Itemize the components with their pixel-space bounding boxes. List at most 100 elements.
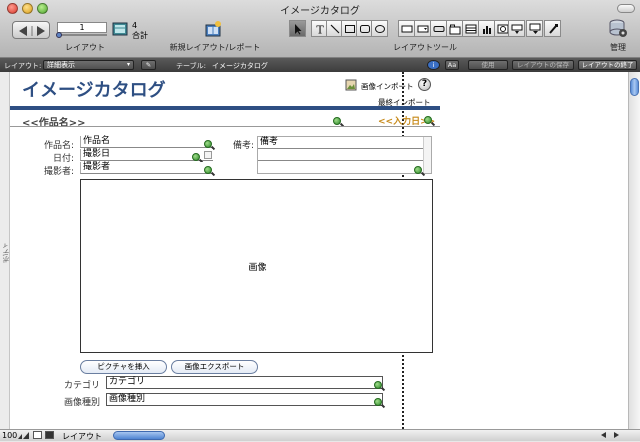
date-label: 日付:: [52, 154, 74, 164]
photographer-field[interactable]: 撮影者: [80, 162, 213, 174]
field-search-icon: [414, 166, 422, 174]
window-title: イメージカタログ: [280, 6, 360, 17]
portal-tool-button[interactable]: [462, 20, 479, 37]
text-tool-icon: T: [316, 23, 324, 35]
format-painter-button[interactable]: [508, 20, 525, 37]
new-layout-icon[interactable]: [204, 20, 222, 38]
new-layout-label: 新規レイアウト/レポート: [169, 43, 261, 52]
tab-control-tool-button[interactable]: [446, 20, 463, 37]
vertical-scrollbar[interactable]: [628, 72, 640, 429]
toolbar-toggle-button[interactable]: [617, 4, 635, 13]
brush-icon: [548, 23, 558, 34]
status-bar: 100 レイアウト: [0, 429, 640, 441]
button-tool-button[interactable]: [430, 20, 447, 37]
category-label: カテゴリ: [63, 381, 100, 391]
button-tool-icon: [433, 25, 444, 32]
layout-part-strip: ボディ: [0, 72, 10, 429]
table-prefix-label: テーブル:: [176, 62, 206, 70]
info-button[interactable]: i: [427, 60, 440, 70]
notes-label: 備考:: [232, 141, 254, 151]
image-import-label[interactable]: 画像インポート: [361, 81, 414, 92]
table-name: イメージカタログ: [212, 62, 268, 70]
notes-line: [258, 149, 431, 161]
field-search-icon: [374, 381, 382, 389]
layout-canvas[interactable]: ボディ イメージカタログ 画像インポート ? 最終インポート <<作品名>> <…: [0, 72, 628, 429]
pencil-icon: ✎: [145, 61, 152, 69]
notes-field-text: 備考: [258, 137, 431, 149]
format-painter-icon: [511, 24, 522, 34]
field-tool-icon: [401, 25, 412, 32]
svg-text:T: T: [316, 23, 324, 35]
zoom-level[interactable]: 100: [2, 431, 17, 440]
record-nav-control[interactable]: [12, 21, 50, 39]
manage-database-icon[interactable]: [608, 18, 628, 38]
field-tool-button[interactable]: [398, 20, 415, 37]
field-control-icon: [417, 25, 428, 32]
image-type-label: 画像種別: [63, 398, 100, 408]
apply-button[interactable]: 使用: [468, 60, 508, 70]
save-layout-button[interactable]: レイアウトの保存: [512, 60, 574, 70]
close-button[interactable]: [7, 3, 18, 14]
category-field[interactable]: カテゴリ: [106, 376, 383, 389]
image-container-field[interactable]: 画像: [80, 179, 433, 353]
portal-tool-icon: [465, 24, 476, 33]
preview-view-icon[interactable]: [45, 431, 54, 439]
header-band: [10, 106, 440, 110]
scroll-right-arrow-icon[interactable]: [612, 431, 620, 439]
format-brush-button[interactable]: [544, 20, 561, 37]
minimize-button[interactable]: [22, 3, 33, 14]
rectangle-tool-icon: [344, 24, 355, 33]
scroll-left-arrow-icon[interactable]: [600, 431, 608, 439]
bar-chart-icon: [482, 25, 491, 34]
tab-control-icon: [449, 24, 460, 34]
zoom-window-button[interactable]: [37, 3, 48, 14]
oval-tool-button[interactable]: [371, 20, 388, 37]
photographer-label: 撮影者:: [43, 167, 74, 177]
insert-picture-button[interactable]: ピクチャを挿入: [80, 360, 167, 374]
edit-layout-button[interactable]: ✎: [141, 60, 156, 70]
record-count: 4: [132, 21, 138, 30]
line-tool-icon: [330, 24, 339, 33]
layout-select[interactable]: 詳細表示 ▾: [43, 60, 134, 70]
record-list-icon: [112, 20, 129, 37]
layout-bar: レイアウト: 詳細表示 ▾ ✎ テーブル: イメージカタログ i Aa 使用 レ…: [0, 58, 640, 72]
horizontal-scroll-thumb[interactable]: [113, 431, 165, 440]
record-slider-track[interactable]: [57, 34, 107, 36]
zoom-out-icon[interactable]: [18, 432, 30, 439]
layout-view-icon[interactable]: [33, 431, 42, 439]
field-picker-button[interactable]: [526, 20, 543, 37]
image-import-icon[interactable]: [345, 79, 357, 91]
item-name-field[interactable]: 作品名: [80, 136, 213, 148]
field-search-icon: [374, 398, 382, 406]
export-image-button[interactable]: 画像エクスポート: [171, 360, 258, 374]
chart-tool-button[interactable]: [478, 20, 495, 37]
web-viewer-icon: [497, 24, 508, 33]
date-picker-icon[interactable]: [204, 151, 212, 159]
exit-layout-button[interactable]: レイアウトの終了: [578, 60, 637, 70]
select-tool-button[interactable]: [289, 20, 306, 37]
record-number-input[interactable]: 1: [57, 22, 107, 33]
record-slider-thumb[interactable]: [56, 32, 62, 38]
record-nav-arrows-icon: [19, 26, 45, 36]
layout-heading[interactable]: イメージカタログ: [22, 76, 166, 102]
field-control-tool-button[interactable]: [414, 20, 431, 37]
record-total-label: 合計: [132, 31, 148, 40]
layout-tools-label: レイアウトツール: [393, 43, 457, 52]
arrow-pointer-icon: [294, 23, 301, 34]
image-field-label: 画像: [248, 263, 267, 273]
field-search-icon: [192, 153, 200, 161]
manage-label: 管理: [610, 43, 626, 52]
field-picker-icon: [529, 23, 540, 34]
field-search-icon: [424, 116, 432, 124]
image-type-field[interactable]: 画像種別: [106, 393, 383, 406]
oval-tool-icon: [374, 24, 385, 33]
help-icon[interactable]: ?: [418, 78, 431, 91]
layout-toolbar-label: レイアウト: [65, 43, 105, 52]
notes-field[interactable]: 備考: [257, 136, 432, 174]
text-format-button[interactable]: Aa: [445, 60, 459, 70]
vertical-scroll-thumb[interactable]: [630, 78, 639, 96]
dropdown-arrow-icon: ▾: [126, 61, 130, 68]
notes-scrollbar[interactable]: [423, 137, 431, 173]
field-search-icon: [204, 166, 212, 174]
window-toolbar: イメージカタログ 1 4 合計 レイアウト 新規レイアウト/レポート T レイア…: [0, 0, 640, 58]
